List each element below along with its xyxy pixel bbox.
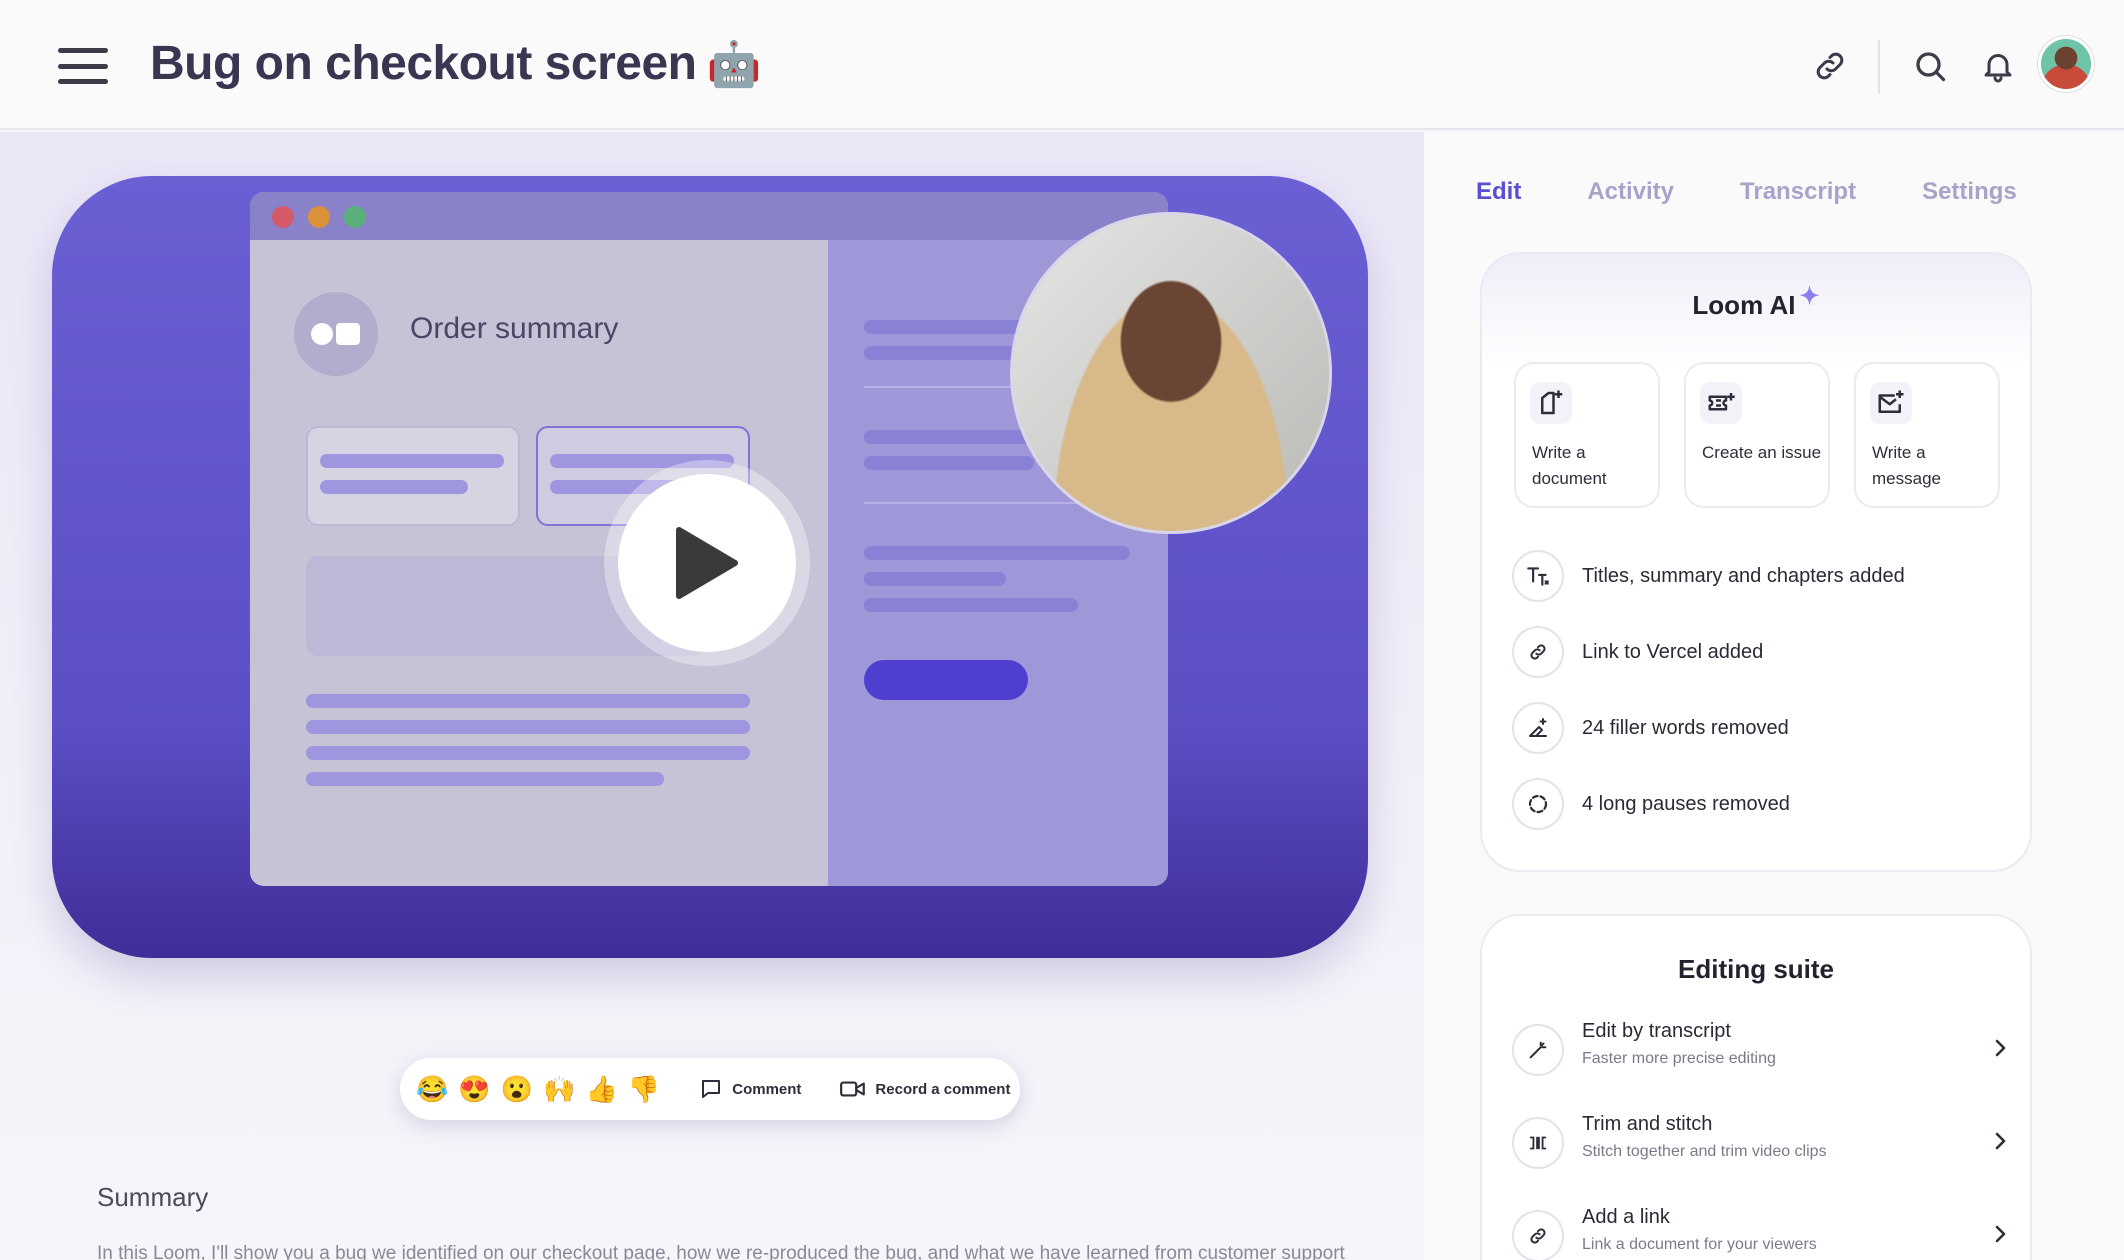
edit-by-transcript-title: Edit by transcript [1582,1020,1731,1042]
feature-long-pauses-label: 4 long pauses removed [1582,792,1790,815]
search-icon[interactable] [1908,44,1952,88]
edit-by-transcript-row[interactable]: Edit by transcript Faster more precise e… [1512,1016,2012,1090]
feature-link-label: Link to Vercel added [1582,640,1764,663]
feature-link: Link to Vercel added [1512,626,1763,678]
feature-filler-words-label: 24 filler words removed [1582,716,1789,739]
ticket-plus-icon [1700,382,1742,424]
text-sparkle-icon [1512,550,1564,602]
write-message-button[interactable]: Write a message [1854,362,2000,508]
add-link-title: Add a link [1582,1206,1670,1228]
write-message-label: Write a message [1872,443,1941,488]
maximize-dot-icon [344,206,366,228]
close-dot-icon [272,206,294,228]
create-issue-button[interactable]: Create an issue [1684,362,1830,508]
tab-settings[interactable]: Settings [1922,178,2017,206]
emoji-laugh[interactable]: 😂 [416,1074,448,1105]
comment-icon [702,1080,721,1098]
trim-icon [1512,1117,1564,1169]
page-title-text: Bug on checkout screen [150,37,697,90]
pause-circle-icon [1512,778,1564,830]
main-content: Order summary 😂 😍 😮 🙌 👍 👎 Comment Record… [0,132,1424,1260]
toolbar-divider [1878,40,1880,94]
mock-logo-icon [294,292,378,376]
trim-and-stitch-title: Trim and stitch [1582,1113,1713,1135]
magic-wand-icon [1512,1024,1564,1076]
chevron-right-icon [1995,1225,2006,1243]
window-chrome [250,192,1168,240]
trim-and-stitch-subtitle: Stitch together and trim video clips [1582,1143,1827,1160]
page-title: Bug on checkout screen 🤖 [150,36,761,91]
mock-card [306,426,520,526]
summary-heading: Summary [97,1182,209,1212]
top-bar: Bug on checkout screen 🤖 [0,0,2124,130]
chevron-right-icon [1995,1132,2006,1150]
trim-and-stitch-row[interactable]: Trim and stitch Stitch together and trim… [1512,1109,2012,1183]
mail-plus-icon [1870,382,1912,424]
camera-bubble [1010,212,1332,534]
feature-titles-label: Titles, summary and chapters added [1582,564,1905,587]
emoji-heart-eyes[interactable]: 😍 [458,1074,490,1105]
comment-label: Comment [732,1080,802,1098]
link-icon [1512,626,1564,678]
add-link-row[interactable]: Add a link Link a document for your view… [1512,1202,2012,1260]
reaction-bar: 😂 😍 😮 🙌 👍 👎 Comment Record a comment [400,1058,1020,1120]
write-document-label: Write a document [1532,443,1607,488]
feature-titles: Titles, summary and chapters added [1512,550,1905,602]
emoji-surprised[interactable]: 😮 [501,1074,533,1105]
sparkle-icon: ✦ [1799,283,1820,310]
create-issue-label: Create an issue [1702,443,1822,462]
tab-activity[interactable]: Activity [1587,178,1674,206]
link-icon [1512,1210,1564,1260]
avatar[interactable] [2038,36,2094,92]
chevron-right-icon [1995,1039,2006,1057]
feature-filler-words: 24 filler words removed [1512,702,1789,754]
copy-link-icon[interactable] [1808,44,1852,88]
side-panel: Edit Activity Transcript Settings Loom A… [1424,132,2124,1260]
mock-line [306,694,750,708]
tab-bar: Edit Activity Transcript Settings [1476,178,2083,206]
add-link-subtitle: Link a document for your viewers [1582,1236,1817,1253]
mock-line [306,720,750,734]
mock-title: Order summary [410,312,619,345]
feature-long-pauses: 4 long pauses removed [1512,778,1790,830]
document-plus-icon [1530,382,1572,424]
editing-suite-title: Editing suite [1678,954,1834,984]
video-camera-icon [840,1081,866,1097]
loom-ai-title-text: Loom AI [1692,290,1796,320]
emoji-raised-hands[interactable]: 🙌 [543,1074,575,1105]
write-document-button[interactable]: Write a document [1514,362,1660,508]
play-button[interactable] [618,474,796,652]
bell-icon[interactable] [1976,44,2020,88]
summary-text: In this Loom, I'll show you a bug we ide… [97,1243,1345,1260]
comment-button[interactable]: Comment [698,1077,801,1101]
record-comment-label: Record a comment [875,1080,1011,1098]
robot-emoji: 🤖 [706,40,761,89]
mock-line [306,746,750,760]
loom-ai-panel: Loom AI ✦ Write a document Create an issu… [1480,252,2032,872]
record-comment-button[interactable]: Record a comment [839,1078,1010,1100]
edit-by-transcript-subtitle: Faster more precise editing [1582,1050,1776,1067]
loom-ai-title: Loom AI ✦ [1482,283,2030,321]
menu-icon[interactable] [58,48,108,84]
emoji-thumbs-up[interactable]: 👍 [586,1074,618,1105]
editing-suite-panel: Editing suite Edit by transcript Faster … [1480,914,2032,1260]
video-player[interactable]: Order summary [52,176,1368,958]
mock-line [306,772,664,786]
tab-transcript[interactable]: Transcript [1740,178,1856,206]
tab-edit[interactable]: Edit [1476,178,1521,206]
play-icon [676,527,738,599]
eraser-icon [1512,702,1564,754]
mock-cta-button [864,660,1028,700]
emoji-thumbs-down[interactable]: 👎 [628,1074,660,1105]
minimize-dot-icon [308,206,330,228]
